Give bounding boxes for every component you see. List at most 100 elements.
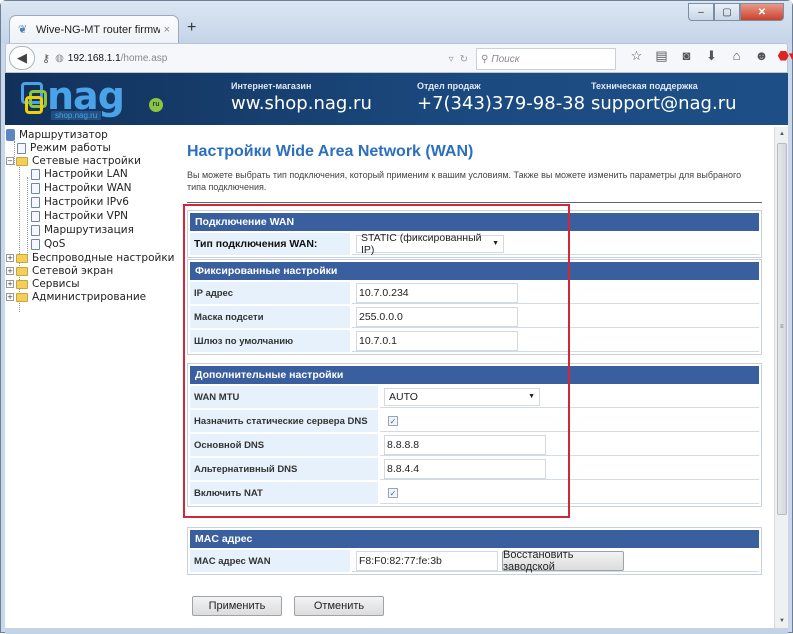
gateway-row: Шлюз по умолчанию 10.7.0.1 bbox=[190, 328, 759, 352]
sidebar-item-wireless[interactable]: + Беспроводные настройки bbox=[6, 252, 174, 264]
tree-line bbox=[27, 177, 28, 259]
sidebar-item-mode[interactable]: Режим работы bbox=[17, 142, 111, 154]
tab-title: Wive-NG-MT router firmw... bbox=[36, 23, 160, 36]
mtu-cell: AUTO ▼ bbox=[380, 386, 759, 408]
wan-type-select[interactable]: STATIC (фиксированный IP) ▼ bbox=[356, 232, 504, 256]
sidebar-item-wan[interactable]: Настройки WAN bbox=[31, 182, 131, 194]
section-header: Фиксированные настройки bbox=[190, 262, 759, 280]
header-banner: nag ru shop.nag.ru Интернет-магазин ww.s… bbox=[5, 73, 788, 125]
page-title: Настройки Wide Area Network (WAN) bbox=[187, 143, 474, 160]
expand-icon[interactable]: + bbox=[6, 267, 14, 275]
sidebar-item-label: Беспроводные настройки bbox=[32, 252, 175, 264]
scroll-up-icon[interactable]: ▲ bbox=[775, 127, 788, 141]
dropdown-arrow-icon: ▼ bbox=[492, 240, 499, 247]
mask-label: Маска подсети bbox=[190, 306, 352, 328]
mac-section: MAC адрес MAC адрес WAN F8:F0:82:77:fe:3… bbox=[187, 527, 762, 575]
mtu-select[interactable]: AUTO ▼ bbox=[384, 387, 540, 406]
browser-tab[interactable]: ❦ Wive-NG-MT router firmw... × bbox=[9, 15, 179, 43]
sidebar-item-label: Настройки VPN bbox=[44, 210, 129, 222]
scroll-down-icon[interactable]: ▼ bbox=[775, 614, 788, 628]
nat-cell: ✓ bbox=[380, 482, 759, 504]
gateway-label: Шлюз по умолчанию bbox=[190, 330, 352, 352]
address-bar[interactable]: ⚷ ◍ 192.168.1.1/home.asp bbox=[37, 47, 327, 69]
expand-icon[interactable]: + bbox=[6, 280, 14, 288]
static-dns-label: Назначить статические сервера DNS bbox=[190, 410, 380, 432]
sidebar-item-label: Настройки WAN bbox=[44, 182, 132, 194]
apply-button[interactable]: Применить bbox=[192, 596, 282, 616]
close-window-button[interactable]: ✕ bbox=[740, 3, 784, 21]
mac-address-input[interactable]: F8:F0:82:77:fe:3b bbox=[356, 550, 498, 571]
scroll-thumb[interactable]: ≡ bbox=[777, 143, 787, 515]
sidebar-item-vpn[interactable]: Настройки VPN bbox=[31, 210, 128, 222]
ip-address-input[interactable]: 10.7.0.234 bbox=[356, 282, 518, 303]
folder-icon bbox=[16, 292, 28, 302]
vertical-scrollbar[interactable]: ▲ ≡ ▼ bbox=[774, 127, 788, 628]
pocket-icon[interactable]: ◙ bbox=[674, 48, 699, 63]
collapse-icon[interactable]: − bbox=[6, 157, 14, 165]
mtu-label: WAN MTU bbox=[190, 386, 380, 408]
tab-close-icon[interactable]: × bbox=[164, 24, 170, 36]
sales-phone: +7(343)379-98-38 bbox=[417, 93, 586, 114]
home-icon[interactable]: ⌂ bbox=[724, 48, 749, 63]
nag-logo[interactable]: nag ru shop.nag.ru bbox=[15, 74, 165, 122]
primary-dns-label: Основной DNS bbox=[190, 434, 380, 456]
grip-icon: ≡ bbox=[780, 324, 784, 330]
sidebar-item-services[interactable]: + Сервисы bbox=[6, 278, 80, 290]
dropdown-history-icon[interactable]: ▿ bbox=[449, 54, 454, 65]
sidebar-item-ipv6[interactable]: Настройки IPv6 bbox=[31, 196, 129, 208]
key-icon: ⚷ bbox=[42, 52, 51, 65]
sidebar-item-lan[interactable]: Настройки LAN bbox=[31, 168, 128, 180]
star-icon[interactable]: ☆ bbox=[624, 48, 649, 64]
logo-ru-badge: ru bbox=[149, 98, 163, 112]
minimize-button[interactable]: – bbox=[688, 3, 714, 21]
page-icon bbox=[31, 196, 40, 208]
expand-icon[interactable]: + bbox=[6, 293, 14, 301]
search-input[interactable]: ⚲ Поиск bbox=[476, 48, 616, 70]
expand-icon[interactable]: + bbox=[6, 254, 14, 262]
url-host: 192.168.1.1 bbox=[67, 52, 121, 64]
maximize-button[interactable]: ▢ bbox=[714, 3, 740, 21]
sidebar-item-network[interactable]: − Сетевые настройки bbox=[6, 155, 141, 167]
secondary-dns-input[interactable]: 8.8.4.4 bbox=[384, 458, 546, 479]
shop-link[interactable]: ww.shop.nag.ru bbox=[231, 93, 372, 114]
page-icon bbox=[31, 224, 40, 236]
back-button[interactable]: ◀ bbox=[9, 46, 35, 70]
page-description: Вы можете выбрать тип подключения, котор… bbox=[187, 170, 742, 192]
url-path: /home.asp bbox=[120, 52, 168, 64]
wan-connection-section: Подключение WAN Тип подключения WAN: STA… bbox=[187, 210, 762, 258]
restore-factory-mac-button[interactable]: Восстановить заводской bbox=[502, 549, 624, 573]
nat-row: Включить NAT ✓ bbox=[190, 480, 759, 504]
nat-checkbox[interactable]: ✓ bbox=[388, 487, 398, 498]
secondary-dns-cell: 8.8.4.4 bbox=[380, 458, 759, 480]
static-settings-section: Фиксированные настройки IP адрес 10.7.0.… bbox=[187, 259, 762, 355]
toolbar: ☆ ▤ ◙ ⬇ ⌂ ☻ ⬣▾ ≡ bbox=[624, 47, 793, 64]
gateway-input[interactable]: 10.7.0.1 bbox=[356, 330, 518, 351]
primary-dns-input[interactable]: 8.8.8.8 bbox=[384, 434, 546, 455]
support-email[interactable]: support@nag.ru bbox=[591, 93, 737, 114]
static-dns-checkbox[interactable]: ✓ bbox=[388, 415, 398, 426]
sidebar-item-routing[interactable]: Маршрутизация bbox=[31, 224, 134, 236]
adblock-icon[interactable]: ⬣▾ bbox=[774, 48, 793, 64]
new-tab-button[interactable]: + bbox=[187, 19, 196, 37]
primary-dns-cell: 8.8.8.8 bbox=[380, 434, 759, 456]
shop-label: Интернет-магазин bbox=[231, 81, 312, 91]
hello-icon[interactable]: ☻ bbox=[749, 48, 774, 63]
title-bar: ❦ Wive-NG-MT router firmw... × + – ▢ ✕ bbox=[1, 1, 792, 43]
folder-open-icon bbox=[16, 156, 28, 166]
window-bottom-border bbox=[5, 628, 788, 634]
mac-label: MAC адрес WAN bbox=[190, 550, 352, 572]
reload-icon[interactable]: ↻ bbox=[460, 54, 468, 65]
sidebar-root[interactable]: Маршрутизатор bbox=[6, 129, 108, 141]
reading-list-icon[interactable]: ▤ bbox=[649, 48, 674, 64]
sidebar-item-firewall[interactable]: + Сетевой экран bbox=[6, 265, 113, 277]
sales-block: Отдел продаж +7(343)379-98-38 bbox=[417, 81, 585, 114]
wan-type-row: Тип подключения WAN: STATIC (фиксированн… bbox=[190, 231, 759, 256]
back-arrow-icon: ◀ bbox=[17, 50, 27, 65]
cancel-button[interactable]: Отменить bbox=[294, 596, 384, 616]
sidebar-item-label: Сетевой экран bbox=[32, 265, 114, 277]
download-icon[interactable]: ⬇ bbox=[699, 48, 724, 64]
subnet-mask-input[interactable]: 255.0.0.0 bbox=[356, 306, 518, 327]
sidebar-item-admin[interactable]: + Администрирование bbox=[6, 291, 146, 303]
sidebar-item-qos[interactable]: QoS bbox=[31, 238, 65, 250]
dropdown-arrow-icon: ▼ bbox=[528, 393, 535, 400]
